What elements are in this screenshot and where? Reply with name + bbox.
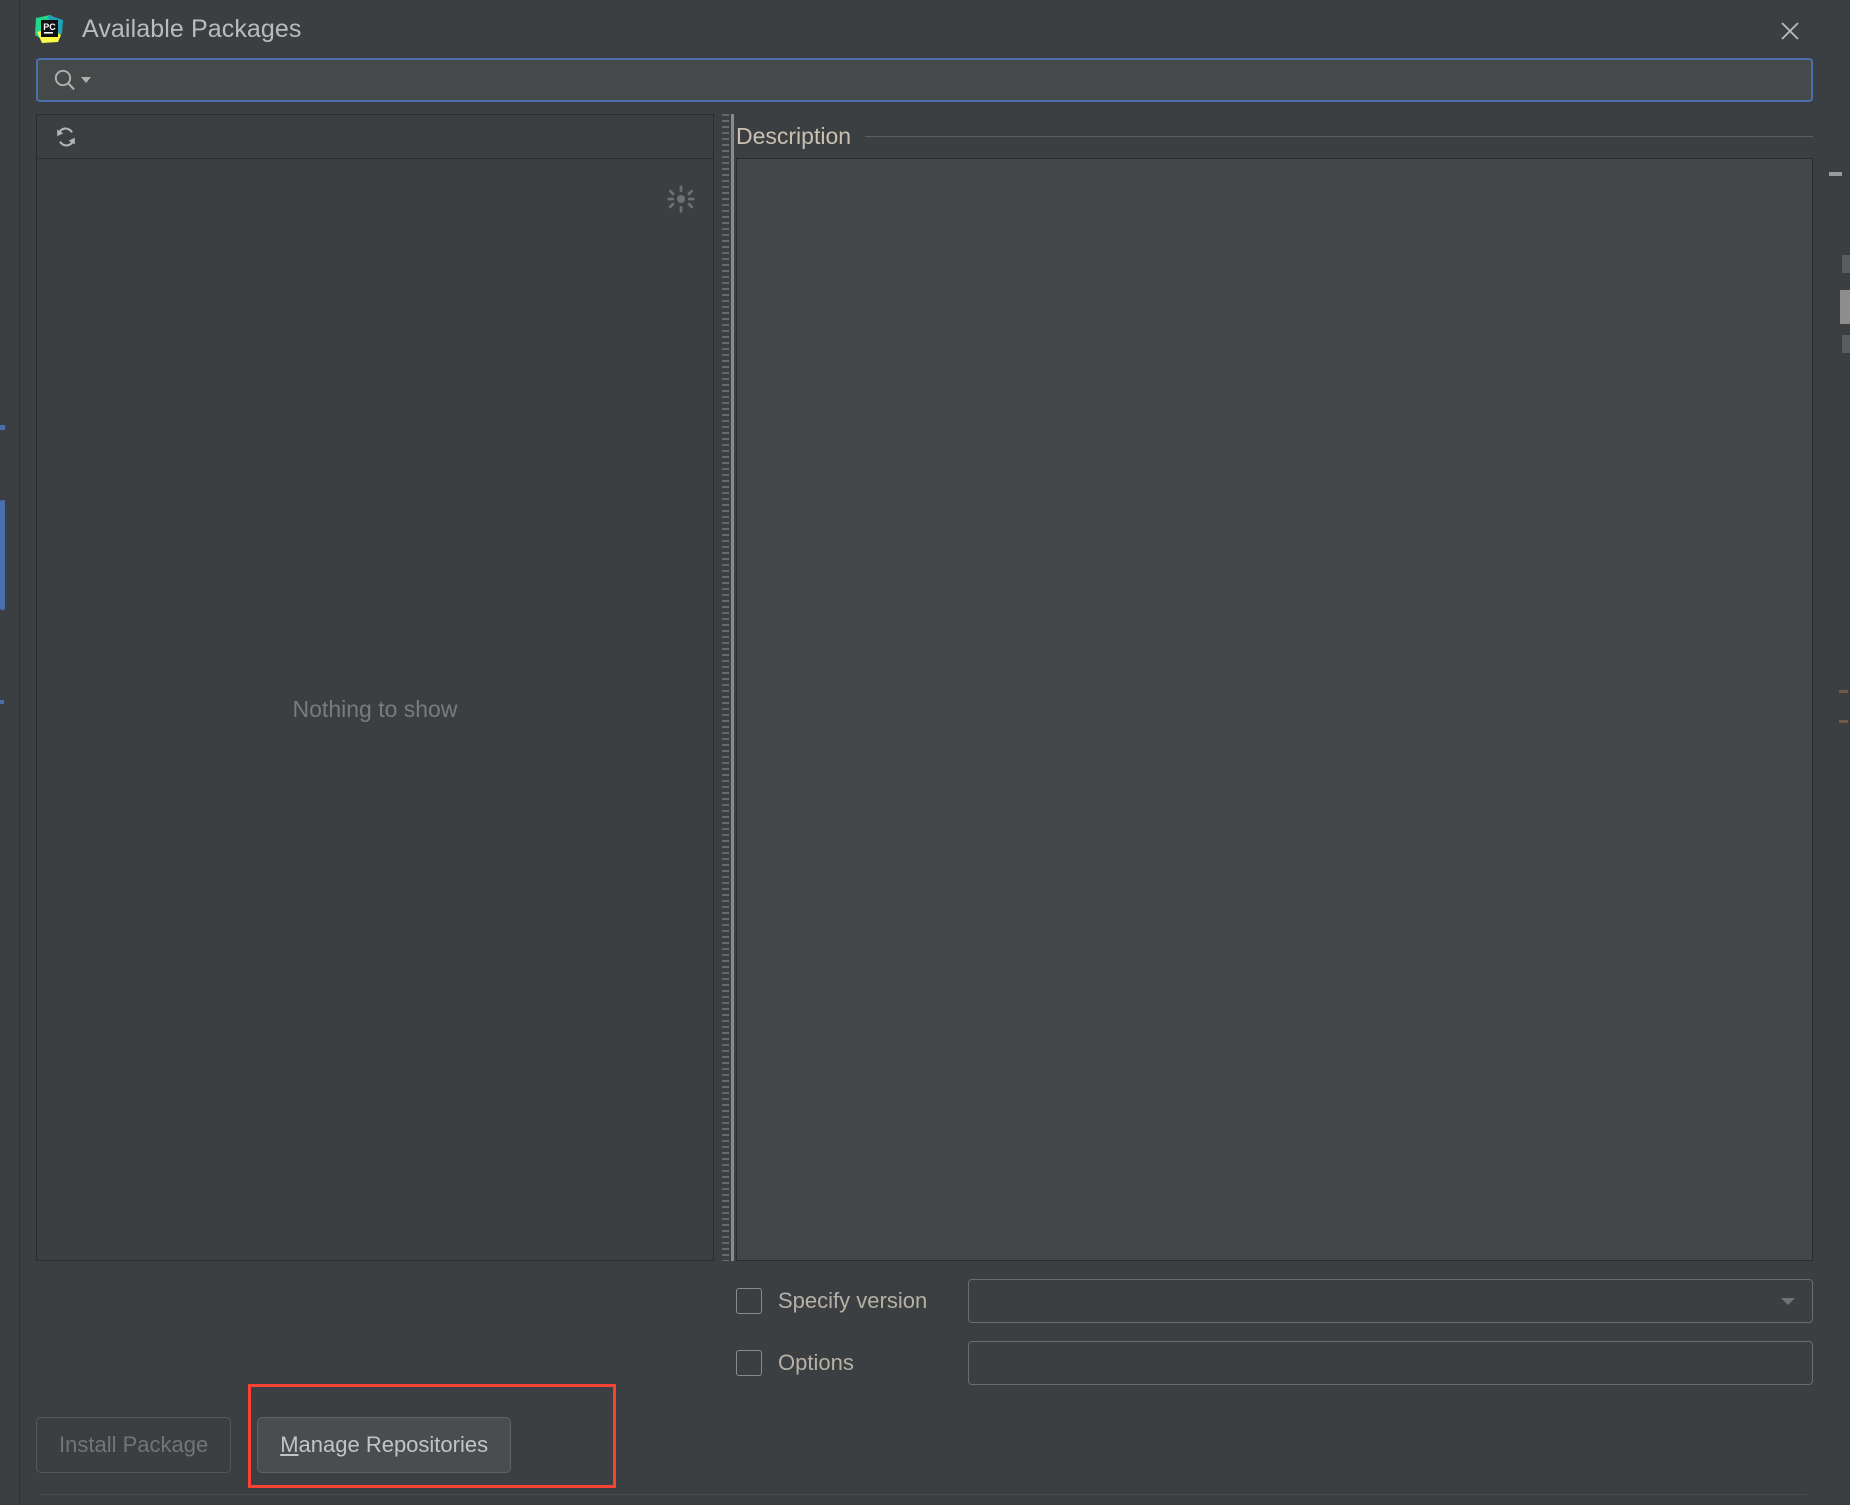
background-marker (1839, 690, 1848, 693)
panel-splitter[interactable] (714, 114, 736, 1261)
specify-version-label-group: Specify version (736, 1288, 968, 1314)
install-package-label: Install Package (59, 1432, 208, 1458)
description-header: Description (736, 114, 1813, 158)
pycharm-logo-icon: PC (34, 14, 64, 44)
options-label: Options (778, 1350, 854, 1376)
background-left-edge (0, 0, 20, 1505)
manage-repositories-button[interactable]: Manage Repositories (257, 1417, 511, 1473)
search-field[interactable] (36, 58, 1813, 102)
background-right-edge (1828, 0, 1850, 1505)
specify-version-checkbox[interactable] (736, 1288, 762, 1314)
package-list-toolbar (36, 114, 714, 158)
background-scrollbar-mark (0, 700, 4, 704)
search-input[interactable] (92, 60, 1811, 100)
description-separator (865, 136, 1813, 137)
background-marker (1842, 335, 1850, 353)
description-title: Description (736, 123, 851, 150)
version-value[interactable] (983, 1290, 1778, 1312)
options-row: Options (36, 1341, 1813, 1385)
close-icon[interactable] (1773, 14, 1807, 48)
package-list[interactable]: Nothing to show (36, 158, 714, 1261)
loading-spinner-icon (667, 185, 695, 213)
available-packages-dialog: PC Available Packages (20, 0, 1829, 1505)
background-marker (1839, 720, 1848, 723)
refresh-icon[interactable] (51, 122, 81, 152)
manage-repositories-mnemonic: M (280, 1432, 298, 1458)
description-panel: Description (736, 114, 1813, 1261)
search-icon (52, 67, 92, 93)
description-content (736, 158, 1813, 1261)
background-marker (1828, 172, 1842, 176)
dialog-titlebar: PC Available Packages (20, 0, 1829, 58)
dialog-body: Nothing to show (20, 102, 1829, 1261)
background-scrollbar-mark (0, 425, 5, 430)
dialog-title: Available Packages (82, 15, 302, 44)
background-marker (1842, 255, 1850, 273)
chevron-down-icon (1778, 1291, 1798, 1311)
options-checkbox[interactable] (736, 1350, 762, 1376)
version-combobox[interactable] (968, 1279, 1813, 1323)
manage-repositories-label: anage Repositories (299, 1432, 489, 1458)
options-input[interactable] (983, 1352, 1798, 1374)
options-label-group: Options (736, 1350, 968, 1376)
splitter-grip (722, 114, 729, 1261)
svg-text:PC: PC (43, 22, 56, 32)
splitter-divider (731, 114, 734, 1261)
background-scrollbar-thumb (0, 500, 5, 610)
options-text-field[interactable] (968, 1341, 1813, 1385)
chevron-down-icon (80, 74, 92, 86)
package-list-panel: Nothing to show (36, 114, 714, 1261)
specify-version-label: Specify version (778, 1288, 927, 1314)
install-package-button[interactable]: Install Package (36, 1417, 231, 1473)
footer-divider (40, 1494, 1807, 1495)
package-list-empty-message: Nothing to show (293, 696, 458, 723)
background-scrollbar-thumb (1840, 290, 1850, 324)
dialog-footer: Install Package Manage Repositories (20, 1385, 1829, 1505)
specify-version-row: Specify version (36, 1279, 1813, 1323)
install-options: Specify version Options (20, 1261, 1829, 1385)
